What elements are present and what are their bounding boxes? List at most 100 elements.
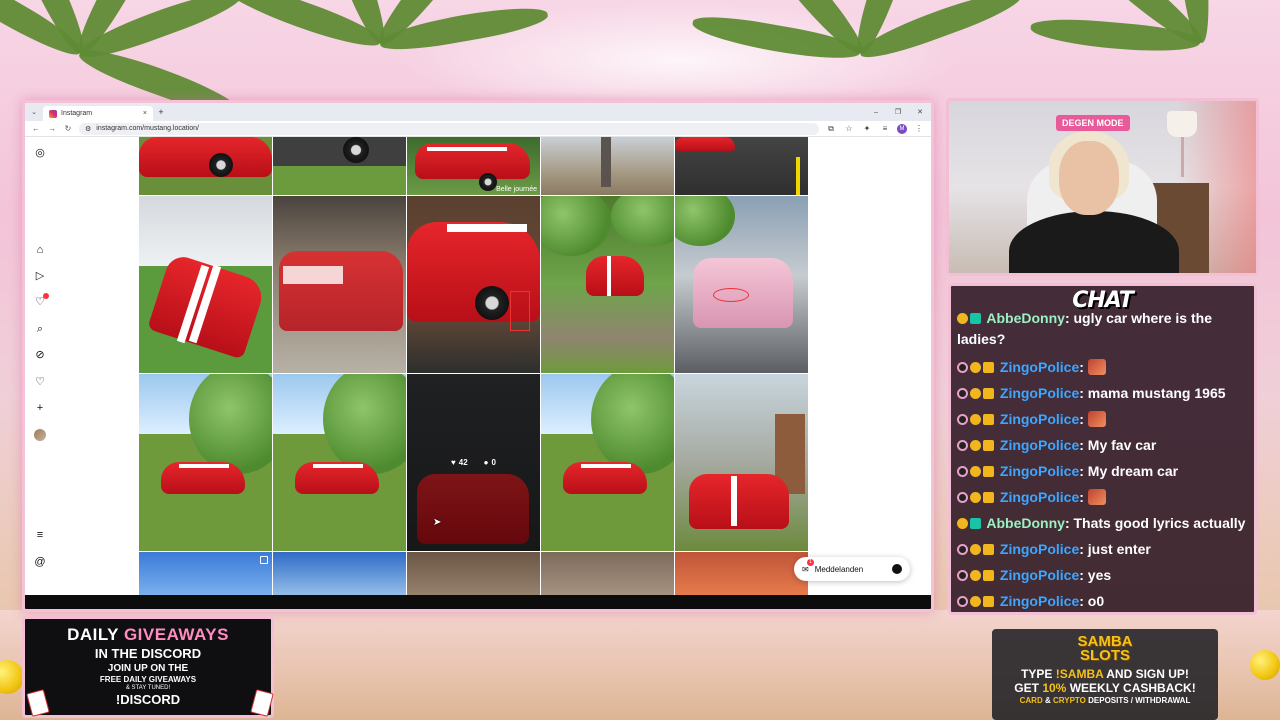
taskbar-strip [25, 595, 931, 609]
media-queue-icon[interactable]: ≡ [879, 124, 891, 133]
chat-message: ZingoPolice: My dream car [957, 460, 1253, 482]
notifications-icon[interactable]: ♡ [34, 293, 49, 308]
bits-badge-icon [970, 466, 981, 477]
chat-message: ZingoPolice: just enter [957, 538, 1253, 560]
crown-badge-icon [983, 388, 994, 399]
chat-text: : My fav car [1079, 437, 1157, 453]
lemon-decor-right [1250, 650, 1280, 680]
chat-username: ZingoPolice [999, 567, 1080, 583]
menu-icon[interactable]: ≡ [34, 529, 46, 541]
site-info-icon[interactable]: ⚙ [85, 125, 91, 133]
chat-panel: CHAT AbbeDonny: ugly car where is the la… [948, 283, 1257, 615]
emote-icon [1087, 359, 1106, 375]
subscriber-badge-icon [970, 313, 981, 324]
chat-message: ZingoPolice: mama mustang 1965 [957, 382, 1253, 404]
messages-avatar [892, 564, 902, 574]
new-tab-button[interactable]: + [153, 107, 169, 117]
messages-button[interactable]: ✉ 1 Meddelanden [794, 557, 910, 581]
close-tab-icon[interactable]: × [143, 110, 147, 117]
crown-badge-icon [983, 466, 994, 477]
grid-post[interactable] [541, 137, 674, 195]
url-field[interactable]: ⚙ instagram.com/mustang.location/ [79, 122, 819, 135]
profile-avatar-sidebar[interactable] [34, 429, 46, 441]
grid-post[interactable] [139, 196, 272, 373]
browser-tab-instagram[interactable]: Instagram × [43, 106, 153, 121]
chat-text: : My dream car [1079, 463, 1179, 479]
bits-badge-icon [957, 313, 968, 324]
grid-post[interactable] [675, 196, 808, 373]
grid-post[interactable] [675, 137, 808, 195]
tab-search-icon[interactable]: ⌄ [25, 108, 43, 116]
chat-text: : just enter [1079, 541, 1151, 557]
minimize-icon[interactable]: – [865, 109, 887, 116]
bits-badge-icon [970, 492, 981, 503]
samba-slots-banner: SAMBA SLOTS TYPE !SAMBA AND SIGN UP! GET … [992, 629, 1218, 720]
grid-post[interactable] [273, 196, 406, 373]
giveaway-banner: DAILY GIVEAWAYS IN THE DISCORD JOIN UP O… [22, 616, 274, 718]
reels-icon[interactable]: ▷ [34, 270, 46, 282]
forward-arrow-icon[interactable]: → [47, 124, 57, 133]
bits-badge-icon [970, 440, 981, 451]
grid-post[interactable] [139, 137, 272, 195]
grid-post[interactable] [139, 374, 272, 551]
explore-icon[interactable]: ⊘ [34, 349, 46, 361]
grid-post[interactable] [541, 552, 674, 595]
install-app-icon[interactable]: ⧉ [825, 124, 837, 134]
mouse-cursor-icon: ➤ [433, 517, 442, 528]
messages-icon: ✉ [802, 564, 809, 574]
bookmark-star-icon[interactable]: ☆ [843, 124, 855, 133]
grid-post[interactable] [541, 196, 674, 373]
browser-menu-icon[interactable]: ⋮ [913, 124, 925, 133]
grid-post[interactable] [273, 374, 406, 551]
giveaway-join-text: JOIN UP ON THE [107, 663, 189, 674]
grid-post[interactable] [407, 196, 540, 373]
chat-text: : [1079, 489, 1084, 505]
extensions-icon[interactable]: ✦ [861, 124, 873, 133]
back-arrow-icon[interactable]: ← [31, 124, 41, 133]
grid-post[interactable] [407, 552, 540, 595]
giveaway-stay-tuned: & STAY TUNED! [125, 685, 171, 691]
post-hover-overlay: ♥ 42 ● 0 [407, 374, 540, 551]
bits-badge-icon [957, 518, 968, 529]
home-icon[interactable]: ⌂ [34, 244, 46, 256]
grid-post[interactable]: Belle journée [407, 137, 540, 195]
url-text: instagram.com/mustang.location/ [96, 125, 199, 132]
chat-username: ZingoPolice [999, 359, 1080, 375]
chat-message: ZingoPolice: My fav car [957, 434, 1253, 456]
comments-count: ● 0 [483, 458, 496, 467]
chat-message: ZingoPolice: [957, 408, 1253, 430]
reload-icon[interactable]: ↻ [63, 124, 73, 133]
grid-post-hovered[interactable]: ♥ 42 ● 0 [407, 374, 540, 551]
search-icon[interactable]: ⌕ [34, 323, 46, 335]
emote-icon [1087, 411, 1106, 427]
instagram-logo-icon[interactable]: ◎ [34, 147, 46, 159]
grid-post[interactable] [675, 552, 808, 595]
chat-message: ZingoPolice: [957, 486, 1253, 508]
likes-icon[interactable]: ♡ [34, 376, 46, 388]
grid-post[interactable] [273, 552, 406, 595]
grid-post[interactable] [273, 137, 406, 195]
grid-post[interactable] [675, 374, 808, 551]
tab-title: Instagram [61, 110, 93, 117]
bits-badge-icon [970, 570, 981, 581]
restore-icon[interactable]: ❐ [887, 108, 909, 116]
grid-post[interactable] [139, 552, 272, 595]
profile-avatar[interactable]: M [897, 123, 907, 134]
giveaway-subline: IN THE DISCORD [94, 646, 202, 661]
chat-text: : Thats good lyrics actually [1064, 515, 1246, 531]
bits-badge-icon [970, 414, 981, 425]
bits-badge-icon [970, 388, 981, 399]
chat-message: ZingoPolice: [957, 356, 1253, 378]
chat-username: ZingoPolice [999, 463, 1080, 479]
crown-badge-icon [983, 362, 994, 373]
mod-badge-icon [957, 414, 968, 425]
create-icon[interactable]: + [34, 402, 46, 414]
photo-watermark: Belle journée [496, 186, 537, 193]
mod-badge-icon [957, 570, 968, 581]
degen-mode-badge: DEGEN MODE [1056, 115, 1130, 131]
mod-badge-icon [957, 362, 968, 373]
close-window-icon[interactable]: ✕ [909, 108, 931, 116]
grid-post[interactable] [541, 374, 674, 551]
threads-icon[interactable]: @ [34, 556, 46, 568]
chat-message: AbbeDonny: ugly car where is the ladies? [957, 308, 1253, 350]
